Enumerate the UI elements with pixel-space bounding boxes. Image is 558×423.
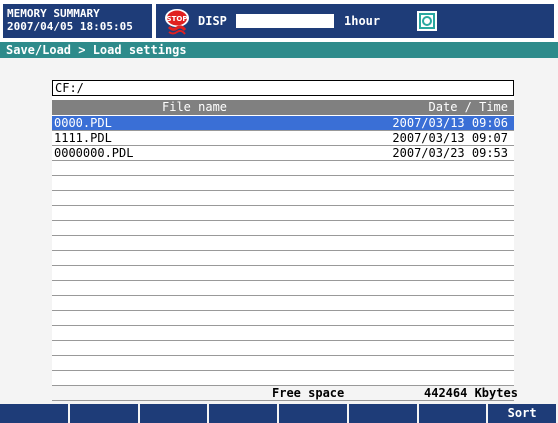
empty-file-row [52,251,514,266]
empty-file-row [52,236,514,251]
empty-file-row [52,371,514,386]
softkey-2[interactable] [70,404,140,423]
breadcrumb: Save/Load > Load settings [0,42,558,58]
empty-file-row [52,191,514,206]
stop-icon: STOP [165,9,189,35]
memory-card-icon [417,11,437,31]
softkey-sort[interactable]: Sort [488,404,558,423]
file-name: 0000000.PDL [54,146,134,160]
empty-file-row [52,356,514,371]
empty-file-row [52,176,514,191]
column-header-date-time[interactable]: Date / Time [429,100,508,115]
status-box: STOP DISP 1hour [156,4,554,38]
svg-text:STOP: STOP [167,15,188,23]
softkey-4[interactable] [209,404,279,423]
softkey-1[interactable] [0,404,70,423]
file-row[interactable]: 1111.PDL 2007/03/13 09:07 [52,131,514,146]
empty-file-row [52,206,514,221]
top-status-bar: MEMORY SUMMARY 2007/04/05 18:05:05 STOP … [0,0,558,42]
empty-file-row [52,221,514,236]
empty-file-row [52,341,514,356]
disp-label: DISP [198,14,227,28]
softkey-3[interactable] [140,404,210,423]
mode-title: MEMORY SUMMARY [7,7,100,20]
empty-file-row [52,311,514,326]
file-name: 0000.PDL [54,116,112,130]
file-datetime: 2007/03/13 09:07 [392,131,508,145]
empty-file-row [52,266,514,281]
path-field[interactable]: CF:/ [52,80,514,96]
softkey-7[interactable] [419,404,489,423]
file-datetime: 2007/03/13 09:06 [392,116,508,130]
free-space-value: 442464 Kbytes [424,386,518,400]
free-space-label: Free space [272,386,345,400]
softkey-6[interactable] [349,404,419,423]
time-span-label: 1hour [344,14,381,28]
empty-file-row [52,281,514,296]
file-datetime: 2007/03/23 09:53 [392,146,508,160]
column-header-file-name[interactable]: File name [162,100,227,115]
date-time: 2007/04/05 18:05:05 [7,20,133,33]
file-row[interactable]: 0000.PDL 2007/03/13 09:06 [52,116,514,131]
softkey-bar: Sort [0,404,558,423]
file-row[interactable]: 0000000.PDL 2007/03/23 09:53 [52,146,514,161]
mode-display: MEMORY SUMMARY 2007/04/05 18:05:05 [3,4,152,38]
file-list-header: File name Date / Time [52,100,514,115]
empty-file-row [52,161,514,176]
empty-file-row [52,326,514,341]
time-span-bar [236,14,334,28]
file-name: 1111.PDL [54,131,112,145]
file-list: 0000.PDL 2007/03/13 09:06 1111.PDL 2007/03/… [52,116,514,416]
empty-file-row [52,296,514,311]
softkey-5[interactable] [279,404,349,423]
file-browser: CF:/ File name Date / Time 0000.PDL 2007/… [52,80,514,416]
